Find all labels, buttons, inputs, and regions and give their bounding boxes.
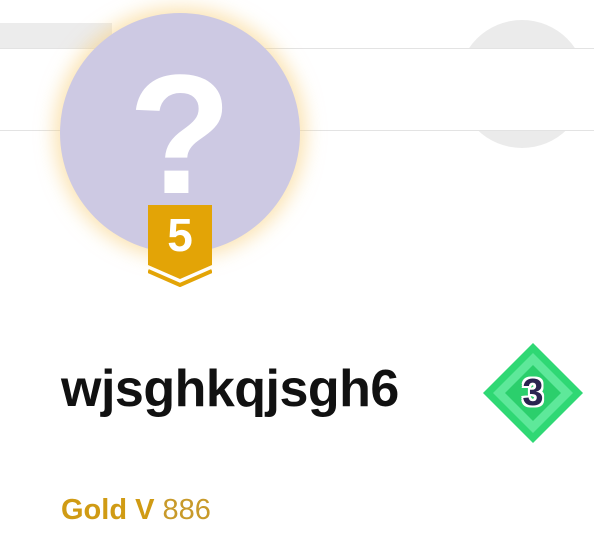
profile-header: ? 5 wjsghkqjsgh6 3 Gold V 886	[0, 0, 594, 540]
level-badge-value: 5	[167, 209, 193, 261]
league-points: 886	[162, 494, 211, 526]
username: wjsghkqjsgh6	[61, 360, 399, 418]
avatar-glyph: ?	[128, 40, 232, 230]
rank-badge-value: 3	[522, 372, 544, 414]
league-info: Gold V 886	[61, 492, 211, 528]
league-name: Gold V	[61, 494, 155, 526]
